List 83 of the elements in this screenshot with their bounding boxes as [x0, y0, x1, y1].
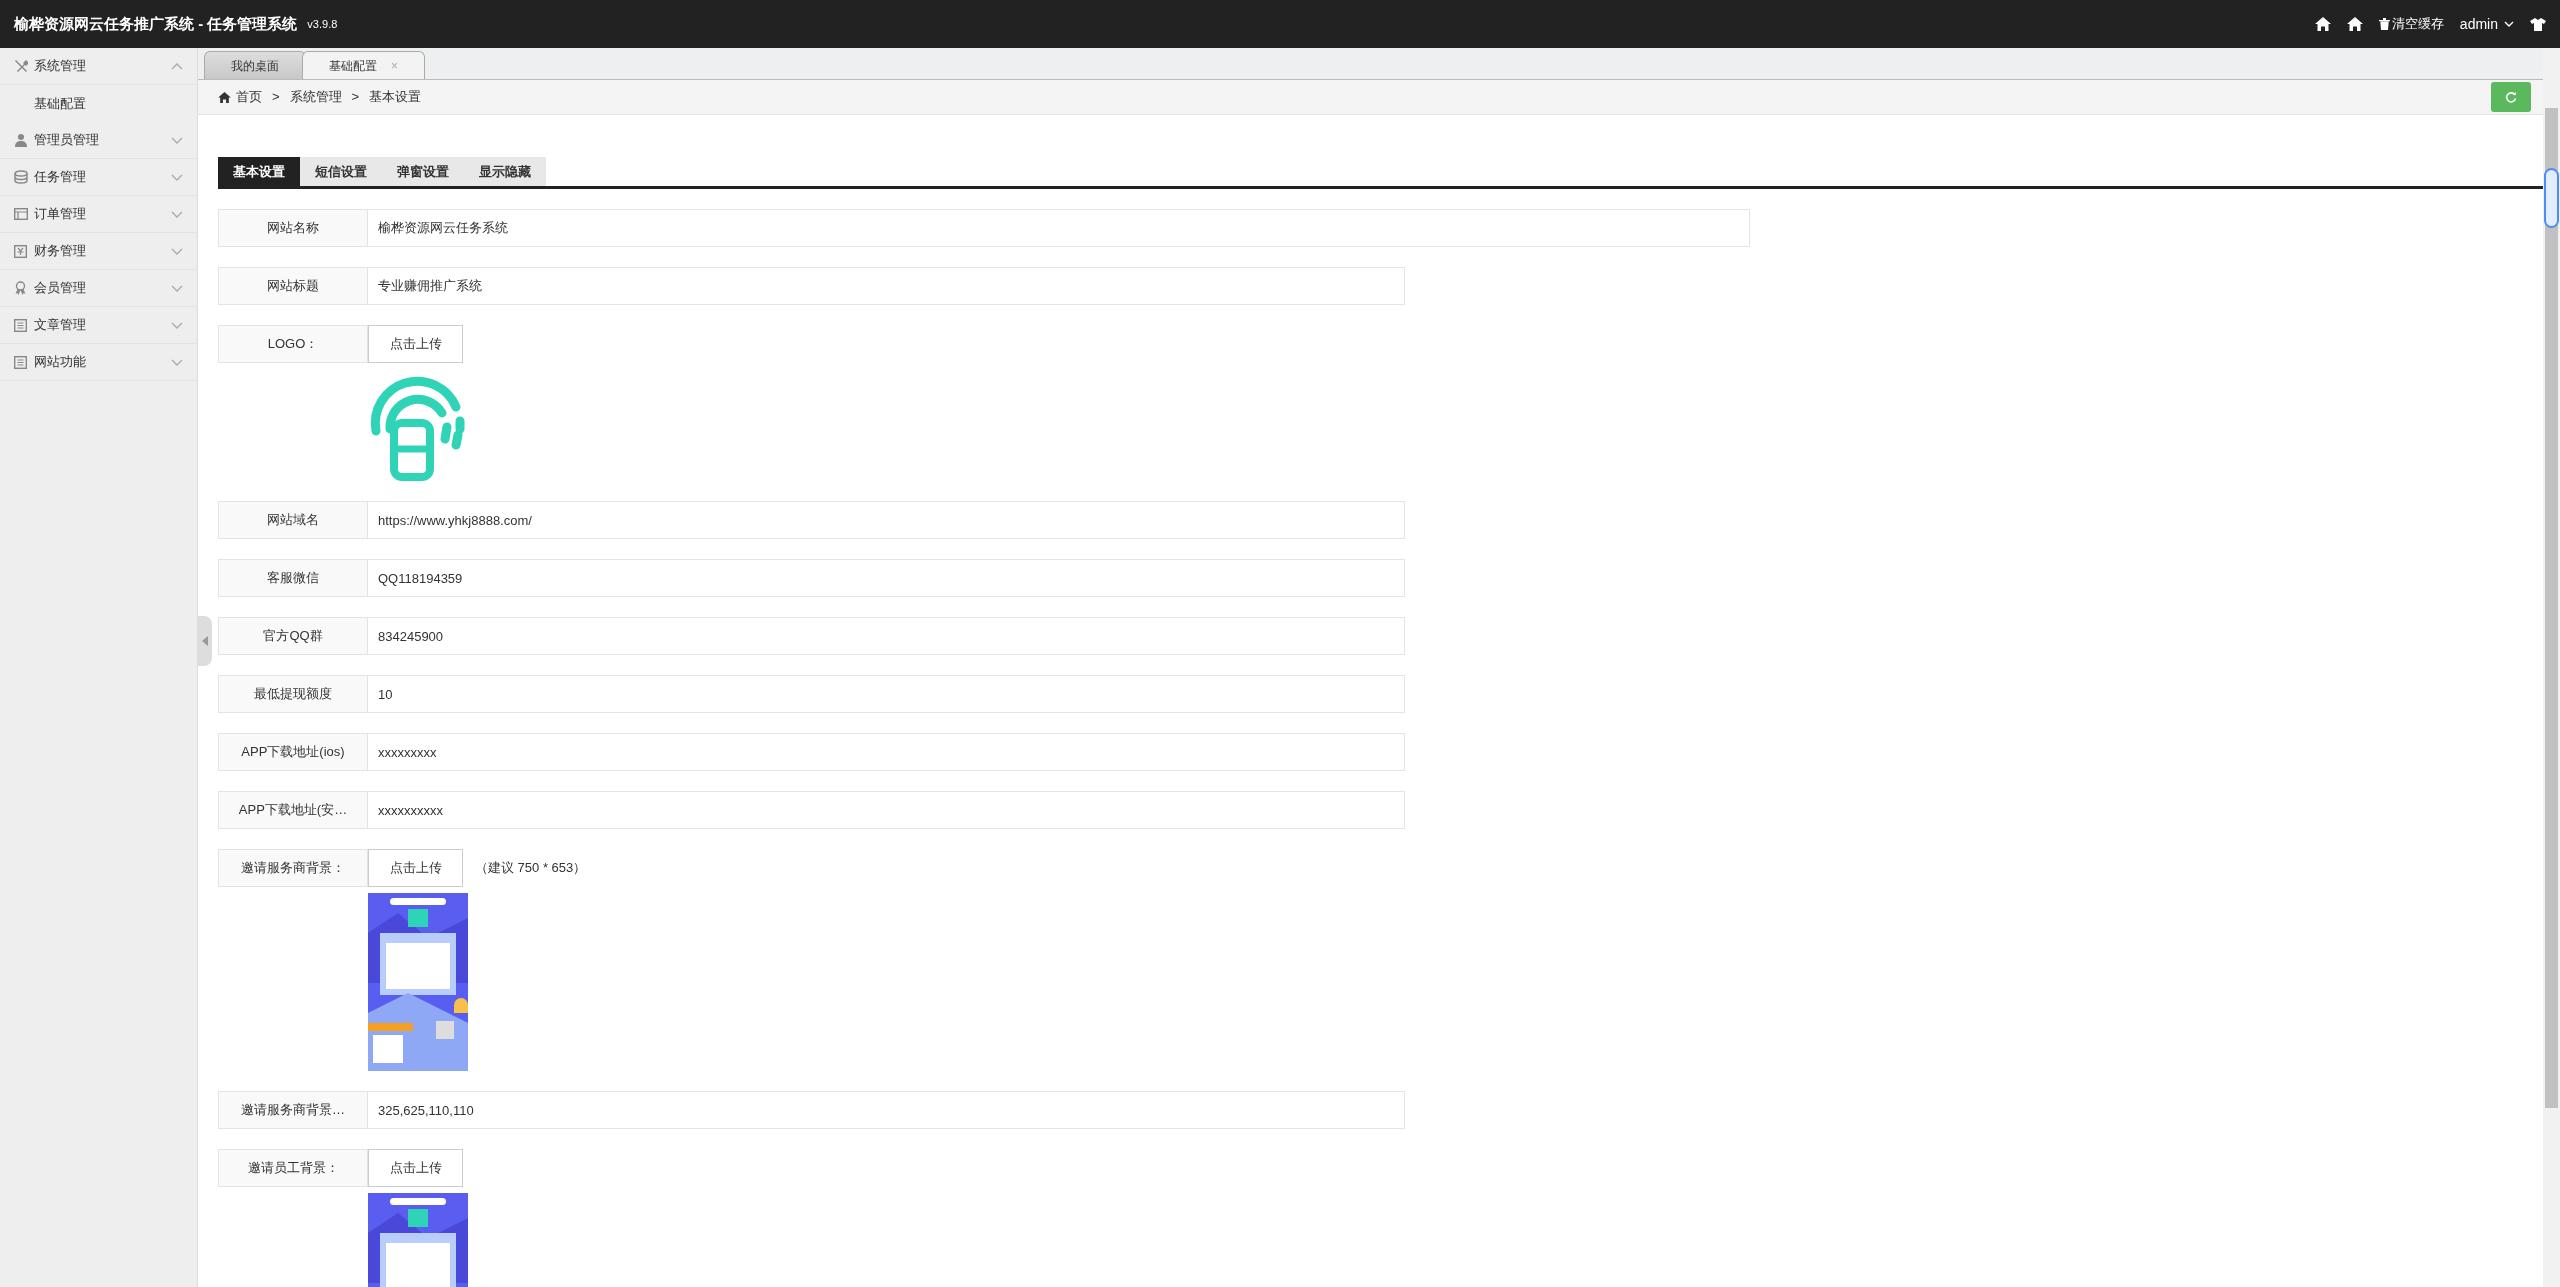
app-title: 榆桦资源网云任务推广系统 - 任务管理系统	[14, 13, 298, 34]
sidebar-label: 订单管理	[34, 205, 87, 224]
user-menu[interactable]: admin	[2459, 13, 2514, 35]
database-icon	[14, 170, 28, 184]
settings-tab[interactable]: 弹窗设置	[382, 157, 464, 186]
field-label: 网站名称	[218, 209, 368, 247]
chevron-down-icon	[2504, 21, 2514, 27]
sidebar-subitem[interactable]: 基础配置	[34, 93, 86, 114]
settings-tab[interactable]: 短信设置	[300, 157, 382, 186]
input-field[interactable]: 专业赚佣推广系统	[368, 267, 1405, 305]
upload-button[interactable]: 点击上传	[368, 849, 463, 887]
sidebar-item[interactable]: 会员管理	[0, 270, 197, 307]
settings-tab[interactable]: 显示隐藏	[464, 157, 546, 186]
input-field[interactable]: xxxxxxxxx	[368, 733, 1405, 771]
document-icon	[14, 355, 27, 369]
sidebar-toggle[interactable]	[198, 616, 212, 666]
breadcrumb-link[interactable]: 基本设置	[369, 87, 422, 107]
window-icon	[14, 208, 28, 220]
sidebar-label: 管理员管理	[34, 131, 100, 150]
field-label: LOGO：	[218, 325, 368, 363]
breadcrumb-separator: >	[351, 88, 360, 107]
field-label: APP下载地址(安…	[218, 791, 368, 829]
input-field[interactable]: https://www.yhkj8888.com/	[368, 501, 1405, 539]
upload-button[interactable]: 点击上传	[368, 325, 463, 363]
sidebar-label: 系统管理	[34, 57, 87, 76]
input-field[interactable]: 10	[368, 675, 1405, 713]
field-label: 邀请服务商背景：	[218, 849, 368, 887]
chevron-down-icon	[171, 136, 183, 144]
version-label: v3.9.8	[307, 16, 338, 32]
sidebar-label: 网站功能	[34, 353, 87, 372]
sidebar-label: 财务管理	[34, 242, 87, 261]
sidebar-item[interactable]: 系统管理	[0, 48, 197, 85]
breadcrumb-link[interactable]: 首页	[236, 87, 262, 107]
field-label: APP下载地址(ios)	[218, 733, 368, 771]
input-field[interactable]: xxxxxxxxxx	[368, 791, 1405, 829]
field-label: 邀请员工背景：	[218, 1149, 368, 1187]
chevron-up-icon	[171, 62, 183, 70]
chevron-down-icon	[171, 210, 183, 218]
size-hint: （建议 750 * 653）	[475, 859, 587, 878]
sidebar-item[interactable]: 订单管理	[0, 196, 197, 233]
tools-icon	[14, 59, 28, 73]
home-icon	[218, 91, 231, 103]
field-label: 客服微信	[218, 559, 368, 597]
person-icon	[14, 133, 28, 147]
chevron-down-icon	[171, 247, 183, 255]
chevron-down-icon	[171, 321, 183, 329]
chevron-down-icon	[171, 284, 183, 292]
sidebar-item[interactable]: 管理员管理	[0, 122, 197, 159]
chevron-down-icon	[171, 358, 183, 366]
sidebar-item[interactable]: 网站功能	[0, 344, 197, 381]
scrollbar[interactable]	[2543, 48, 2560, 1287]
breadcrumb-link[interactable]: 系统管理	[289, 87, 342, 107]
field-label: 邀请服务商背景…	[218, 1091, 368, 1129]
chevron-down-icon	[171, 173, 183, 181]
sidebar-item[interactable]: 文章管理	[0, 307, 197, 344]
refresh-icon	[2505, 91, 2517, 103]
home-icon[interactable]	[2346, 17, 2363, 31]
settings-tab[interactable]: 基本设置	[218, 157, 300, 186]
shirt-icon[interactable]	[2530, 17, 2546, 31]
page-tab[interactable]: 基础配置 ×	[302, 51, 425, 79]
field-label: 网站域名	[218, 501, 368, 539]
sidebar-item[interactable]: 财务管理	[0, 233, 197, 270]
input-field[interactable]: 榆桦资源网云任务系统	[368, 209, 1750, 247]
sidebar-item[interactable]: 任务管理	[0, 159, 197, 196]
award-icon	[14, 281, 27, 295]
field-label: 网站标题	[218, 267, 368, 305]
input-field[interactable]: 325,625,110,110	[368, 1091, 1405, 1129]
document-icon	[14, 318, 27, 332]
field-label: 官方QQ群	[218, 617, 368, 655]
field-label: 最低提现额度	[218, 675, 368, 713]
home-icon[interactable]	[2314, 17, 2331, 31]
ledger-icon	[14, 244, 27, 258]
upload-button[interactable]: 点击上传	[368, 1149, 463, 1187]
trash-icon	[2378, 18, 2390, 30]
input-field[interactable]: QQ118194359	[368, 559, 1405, 597]
sidebar-label: 会员管理	[34, 279, 87, 298]
input-field[interactable]: 834245900	[368, 617, 1405, 655]
sidebar-label: 任务管理	[34, 168, 87, 187]
sidebar-label: 文章管理	[34, 316, 87, 335]
caret-left-icon	[202, 636, 208, 646]
clear-cache-link[interactable]: 清空缓存	[2378, 14, 2444, 34]
page-tab[interactable]: 我的桌面	[204, 51, 306, 79]
breadcrumb-separator: >	[272, 88, 280, 107]
